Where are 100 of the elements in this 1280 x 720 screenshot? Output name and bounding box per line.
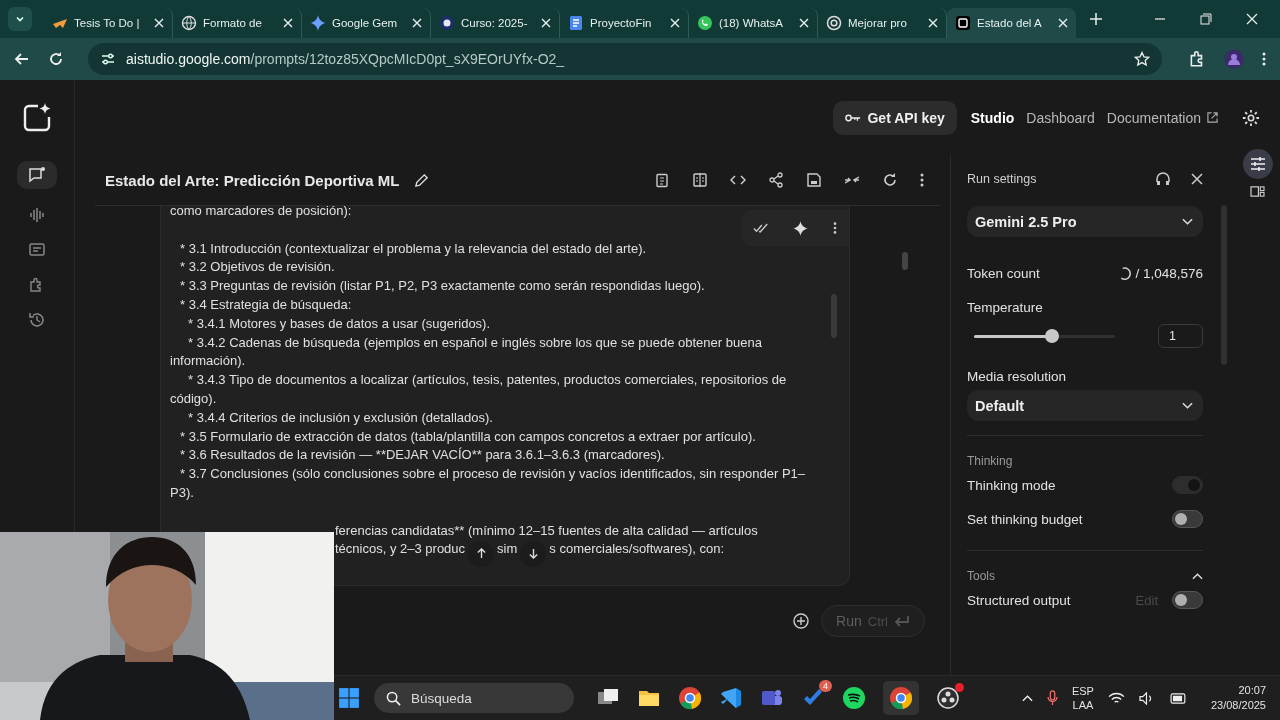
prompt-line: * 3.2 Objetivos de revisión. <box>179 258 336 277</box>
prompt-line: * 3.6 Resultados de la revisión — **DEJAR VACÍO** para 3.6.1–3.6.3 (marcadores). <box>179 446 666 465</box>
emblem-icon <box>439 15 455 31</box>
history-icon[interactable] <box>28 311 46 329</box>
prompt-line: * 3.4.3 Tipo de documentos a localizar (artículos, tesis, patentes, productos comerciales, repositorios de código). <box>170 371 788 408</box>
prompt-line: técnicos, y 2–3 produc <box>335 540 466 559</box>
browser-tab[interactable]: Estado del A <box>947 8 1076 38</box>
new-tab-icon[interactable] <box>1090 13 1102 25</box>
language-indicator[interactable]: ESP LAA <box>1071 684 1094 712</box>
model-select[interactable]: Gemini 2.5 Pro <box>967 206 1203 237</box>
taskbar-search-field[interactable]: Búsqueda <box>374 683 574 713</box>
chevron-up-icon[interactable] <box>1021 694 1033 702</box>
more-icon[interactable] <box>920 172 924 188</box>
headset-icon[interactable] <box>1155 171 1171 187</box>
share-icon[interactable] <box>768 172 784 188</box>
tab-title: Mejorar pro <box>848 17 908 29</box>
tab-title: Estado del A <box>977 17 1043 29</box>
prompt-line: como marcadores de posición): <box>170 206 353 220</box>
chat-bubble-icon <box>697 15 713 31</box>
notification-badge: 4 <box>819 680 832 692</box>
profile-avatar-icon[interactable] <box>1224 49 1244 69</box>
code-editor-icon[interactable] <box>719 686 743 710</box>
save-icon[interactable] <box>806 172 822 188</box>
prompt-line: * 3.1 Introducción (contextualizar el problema y la relevancia del estado del arte). <box>179 239 648 258</box>
prompt-line: ferencias candidatas** (mínimo 12–15 fuentes de alta calidad — artículos <box>335 521 758 540</box>
prompt-line: * 3.4.1 Motores y bases de datos a usar (sugeridos). <box>187 314 492 333</box>
external-link-icon <box>1207 112 1218 123</box>
toggle-switch[interactable] <box>1172 510 1203 528</box>
tab-title: Tesis To Do | <box>74 17 141 29</box>
compare-icon[interactable] <box>692 172 708 188</box>
tab-title: Google Gem <box>332 17 399 29</box>
app-logo-icon[interactable] <box>21 102 53 134</box>
battery-icon[interactable] <box>1167 692 1187 704</box>
message-icon[interactable] <box>28 241 46 259</box>
nav-link[interactable]: Dashboard <box>1026 109 1095 126</box>
speaker-icon[interactable] <box>1138 691 1154 705</box>
prompt-line: * 3.4.4 Criterios de inclusión y exclusión (detallados). <box>187 408 494 427</box>
tune-icon <box>1249 156 1266 172</box>
media-grid-icon[interactable] <box>1250 185 1265 198</box>
enter-key-icon <box>894 615 910 627</box>
clipboard-icon[interactable] <box>654 172 670 188</box>
tab-search-button[interactable] <box>8 7 32 31</box>
document-icon <box>568 15 584 31</box>
tab-title: ProyectoFin <box>590 17 653 29</box>
nav-link[interactable]: Documentation <box>1106 109 1218 126</box>
double-check-icon[interactable] <box>753 222 770 234</box>
toggle-label: Structured output <box>967 592 1071 608</box>
globe-icon <box>181 15 197 31</box>
run-settings-button[interactable] <box>1242 149 1273 179</box>
app-logo-icon <box>955 15 971 31</box>
scroll-down-button[interactable] <box>520 540 547 567</box>
temperature-label: Temperature <box>967 300 1044 315</box>
scrollbar-thumb[interactable] <box>831 294 837 338</box>
more-icon[interactable] <box>832 221 837 235</box>
get-api-key-button[interactable]: Get API key <box>833 100 957 135</box>
sparkle-icon <box>310 15 326 31</box>
more-icon[interactable] <box>1262 51 1266 67</box>
key-icon <box>845 112 862 123</box>
clock[interactable]: 20:07 23/08/2025 <box>1210 683 1266 713</box>
nav-link[interactable]: Studio <box>970 109 1015 126</box>
token-count-value: / 1,048,576 <box>1135 265 1203 281</box>
scroll-up-button[interactable] <box>468 540 495 567</box>
chat-icon <box>28 166 46 184</box>
down-arrow-icon <box>527 548 539 560</box>
temperature-input[interactable]: 1 <box>1158 324 1203 348</box>
edit-pencil-icon[interactable] <box>413 172 429 188</box>
panel-title: Run settings <box>967 172 1038 186</box>
add-icon[interactable] <box>793 613 810 629</box>
microphone-icon[interactable] <box>1046 690 1058 706</box>
chevron-down-icon <box>1182 401 1193 410</box>
browser-icon[interactable] <box>889 686 913 710</box>
close-icon[interactable] <box>1191 173 1203 185</box>
reload-icon[interactable] <box>48 51 64 67</box>
audio-wave-icon[interactable] <box>28 206 46 224</box>
refresh-icon[interactable] <box>882 172 898 188</box>
slider-thumb[interactable] <box>1044 329 1059 343</box>
bookmark-star-icon[interactable] <box>1134 51 1150 67</box>
address-bar[interactable]: aistudio.google.com/prompts/12toz85XQpcMIcD0pt_sX9EOrUYfx-O2_ <box>88 43 1162 75</box>
scrollbar-thumb[interactable] <box>902 252 908 270</box>
settings-icon[interactable] <box>1242 108 1260 127</box>
wifi-icon[interactable] <box>1107 691 1125 705</box>
restore-icon[interactable] <box>1200 13 1212 25</box>
media-resolution-label: Media resolution <box>967 369 1068 384</box>
browser-icon[interactable] <box>678 686 702 710</box>
toggle-switch[interactable] <box>1172 591 1203 609</box>
back-icon[interactable] <box>14 51 30 67</box>
prompt-title: Estado del Arte: Predicción Deportiva ML <box>105 171 400 189</box>
prompt-editor[interactable] <box>160 206 850 586</box>
tab-title: (18) WhatsA <box>719 17 784 29</box>
music-app-icon[interactable] <box>842 686 866 710</box>
token-count-label: Token count <box>967 265 1040 281</box>
site-settings-icon[interactable] <box>100 51 116 67</box>
recorder-icon[interactable] <box>936 686 960 710</box>
section-heading: Tools <box>967 569 995 583</box>
sparkle-icon[interactable] <box>793 220 809 236</box>
prompt-line: * 3.7 Conclusiones (sólo conclusiones sobre el proceso de revisión y vacíos identificados, sin responder P1–P3). <box>170 465 807 502</box>
media-resolution-select[interactable]: Default <box>967 390 1203 421</box>
chat-nav-button[interactable] <box>17 161 57 189</box>
windows-start-icon[interactable] <box>338 687 360 709</box>
chevron-icon[interactable] <box>1192 572 1203 580</box>
